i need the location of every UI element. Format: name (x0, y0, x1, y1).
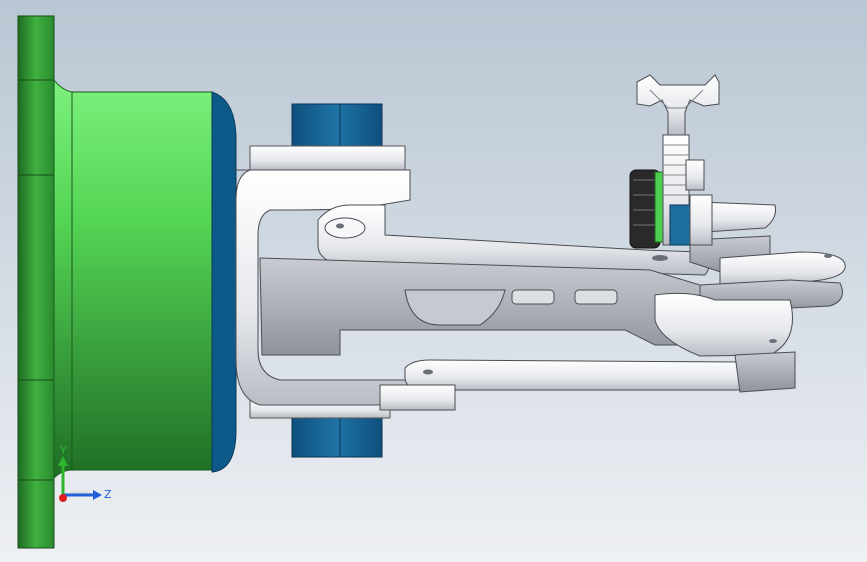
cad-viewport[interactable]: Y Z (0, 0, 867, 562)
z-axis-label: Z (104, 488, 112, 501)
cylindrical-housing[interactable] (53, 78, 213, 480)
assembly-drawing: Y Z (0, 0, 867, 562)
triad-origin (59, 494, 67, 502)
y-axis-label: Y (59, 444, 67, 457)
seal-ring (211, 91, 237, 473)
